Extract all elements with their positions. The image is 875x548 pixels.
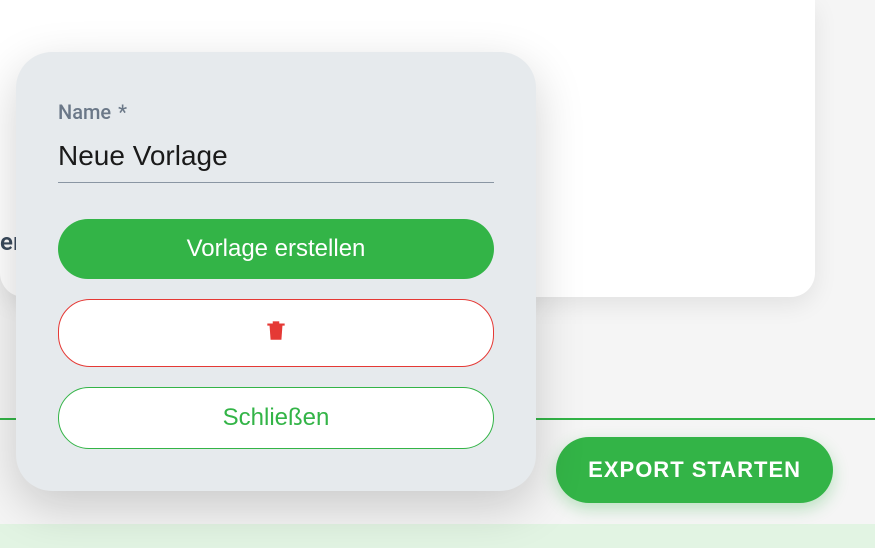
close-button[interactable]: Schließen [58, 387, 494, 449]
name-label-text: Name [58, 100, 111, 124]
name-input[interactable] [58, 134, 494, 183]
trash-icon [263, 316, 289, 351]
template-modal: Name * Vorlage erstellen Schließen [16, 52, 536, 491]
delete-button[interactable] [58, 299, 494, 367]
required-marker: * [118, 100, 127, 124]
create-template-button[interactable]: Vorlage erstellen [58, 219, 494, 279]
name-field-label: Name * [58, 100, 494, 124]
export-start-button[interactable]: EXPORT STARTEN [556, 437, 833, 503]
bottom-tint [0, 524, 875, 548]
